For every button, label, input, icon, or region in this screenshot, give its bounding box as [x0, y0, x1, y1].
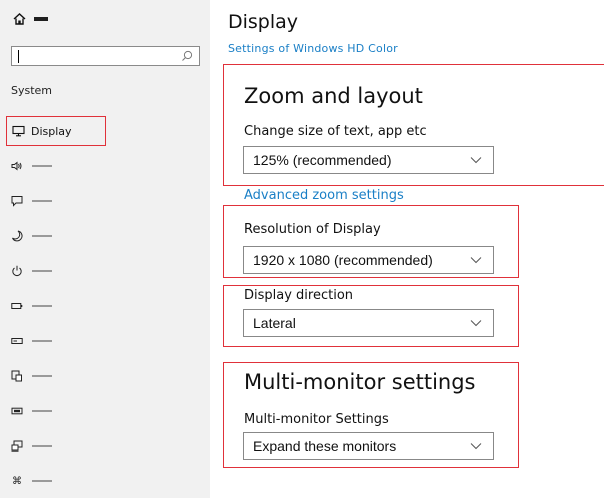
zoom-dropdown-value: 125% (recommended) [253, 152, 392, 168]
zoom-dropdown[interactable]: 125% (recommended) [243, 146, 494, 174]
notification-icon [11, 196, 23, 207]
sidebar-item-label-placeholder [32, 410, 52, 412]
resolution-field-label: Resolution of Display [244, 222, 381, 237]
sidebar-item-label: Display [31, 124, 72, 138]
multi-monitor-field-label: Multi-monitor Settings [244, 412, 389, 427]
sidebar-item-label-placeholder [32, 305, 52, 307]
home-label-placeholder [34, 17, 48, 21]
search-icon[interactable] [180, 49, 194, 63]
project-icon [11, 440, 23, 452]
sidebar-item-label-placeholder [32, 375, 52, 377]
sidebar-item-shared-experiences[interactable]: ⌘ [11, 471, 52, 491]
section-label-system: System [11, 84, 53, 97]
power-icon [12, 265, 22, 276]
chevron-down-icon [470, 157, 482, 164]
advanced-zoom-link[interactable]: Advanced zoom settings [244, 188, 404, 203]
text-caret [18, 50, 19, 63]
sidebar-item-label-placeholder [32, 235, 52, 237]
resolution-dropdown[interactable]: 1920 x 1080 (recommended) [243, 246, 494, 274]
chevron-down-icon [470, 257, 482, 264]
sidebar-item-multitasking[interactable] [11, 401, 52, 421]
chevron-down-icon [470, 320, 482, 327]
sidebar-item-notifications[interactable] [11, 191, 52, 211]
multi-monitor-section-title: Multi-monitor settings [244, 370, 476, 394]
speaker-icon [11, 161, 22, 171]
resolution-dropdown-value: 1920 x 1080 (recommended) [253, 252, 433, 268]
sidebar: System Display ⌘ [0, 0, 210, 498]
page-title: Display [228, 11, 299, 33]
hd-color-link[interactable]: Settings of Windows HD Color [228, 42, 398, 55]
sidebar-item-battery[interactable] [11, 296, 52, 316]
zoom-field-label: Change size of text, app etc [244, 124, 427, 139]
sidebar-item-label-placeholder [32, 480, 52, 482]
storage-icon [11, 338, 23, 344]
sidebar-item-power[interactable] [11, 261, 52, 281]
sidebar-item-label-placeholder [32, 165, 52, 167]
sidebar-item-display[interactable]: Display [6, 116, 106, 146]
home-row[interactable] [13, 13, 48, 25]
multi-monitor-dropdown-value: Expand these monitors [253, 438, 397, 454]
search-input[interactable] [22, 48, 172, 64]
sidebar-item-focus[interactable] [11, 226, 52, 246]
sidebar-item-storage[interactable] [11, 331, 52, 351]
direction-field-label: Display direction [244, 288, 354, 303]
zoom-section-title: Zoom and layout [244, 84, 423, 108]
home-icon[interactable] [13, 13, 26, 25]
direction-dropdown[interactable]: Lateral [243, 309, 494, 337]
moon-icon [12, 230, 23, 242]
shared-icon: ⌘ [12, 475, 22, 487]
battery-icon [11, 303, 23, 309]
search-box[interactable] [11, 46, 200, 66]
sidebar-item-label-placeholder [32, 340, 52, 342]
chevron-down-icon [470, 443, 482, 450]
monitor-icon [12, 125, 25, 137]
sidebar-item-sound[interactable] [11, 156, 52, 176]
direction-dropdown-value: Lateral [253, 315, 296, 331]
sidebar-item-projecting[interactable] [11, 436, 52, 456]
tablet-icon [11, 370, 22, 382]
sidebar-item-label-placeholder [32, 270, 52, 272]
multitask-icon [11, 407, 23, 415]
sidebar-item-label-placeholder [32, 200, 52, 202]
sidebar-item-label-placeholder [32, 445, 52, 447]
multi-monitor-dropdown[interactable]: Expand these monitors [243, 432, 494, 460]
sidebar-item-tablet[interactable] [11, 366, 52, 386]
